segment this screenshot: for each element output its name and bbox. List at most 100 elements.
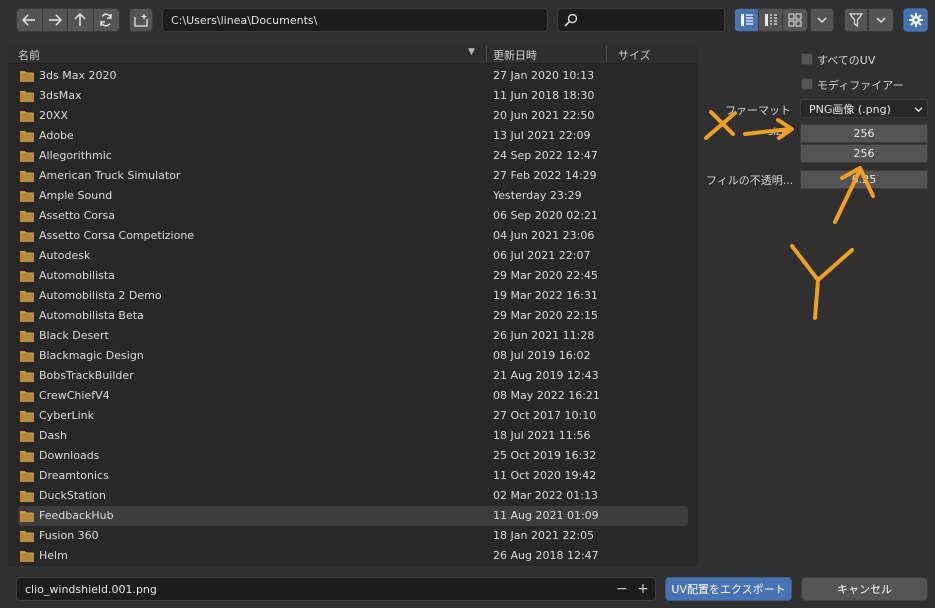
file-row[interactable]: Dreamtonics 11 Oct 2020 19:42: [8, 466, 698, 486]
column-header-size[interactable]: サイズ: [618, 47, 651, 63]
file-date: 29 Mar 2020 22:15: [493, 309, 598, 322]
format-label: ファーマット: [725, 104, 791, 117]
arrow-up-icon: [74, 13, 86, 26]
format-select[interactable]: PNG画像 (.png): [800, 99, 928, 118]
size-y-field[interactable]: 256: [800, 144, 928, 163]
folder-icon: [20, 131, 34, 142]
export-uv-layout-button[interactable]: UV配置をエクスポート: [665, 577, 792, 601]
folder-icon: [20, 151, 34, 162]
file-name: Automobilista Beta: [39, 309, 144, 322]
fill-opacity-field[interactable]: 0.25: [800, 170, 928, 189]
search-icon: [564, 13, 578, 27]
thumbnails-button[interactable]: [783, 9, 807, 31]
folder-icon: [20, 331, 34, 342]
directory-path-input[interactable]: C:\Users\linea\Documents\: [162, 8, 548, 32]
format-value: PNG画像 (.png): [809, 102, 891, 116]
file-name: Downloads: [39, 449, 100, 462]
file-name: FeedbackHub: [39, 509, 114, 522]
new-folder-button[interactable]: [129, 8, 153, 32]
folder-icon: [20, 271, 34, 282]
file-row[interactable]: Dash 18 Jul 2021 11:56: [8, 426, 698, 446]
file-date: 08 Jul 2019 16:02: [493, 349, 591, 362]
folder-icon: [20, 451, 34, 462]
file-list[interactable]: 名前 ▼ 更新日時 サイズ 3ds Max 2020 27 Jan 2020 10…: [8, 42, 698, 566]
column-divider: [606, 45, 607, 61]
filter-button[interactable]: [844, 8, 868, 32]
file-name: Allegorithmic: [39, 149, 112, 162]
file-row[interactable]: Autodesk 06 Jul 2021 22:07: [8, 246, 698, 266]
file-date: 27 Jan 2020 10:13: [493, 69, 595, 82]
file-row[interactable]: Automobilista 2 Demo 19 Mar 2022 16:31: [8, 286, 698, 306]
folder-icon: [20, 91, 34, 102]
folder-icon: [20, 551, 34, 562]
display-options-dropdown[interactable]: [810, 8, 834, 32]
file-name: Automobilista 2 Demo: [39, 289, 162, 302]
filename-input[interactable]: clio_windshield.001.png: [16, 577, 656, 601]
parent-directory-button[interactable]: [68, 9, 94, 31]
file-name: Automobilista: [39, 269, 115, 282]
file-row[interactable]: Blackmagic Design 08 Jul 2019 16:02: [8, 346, 698, 366]
file-row[interactable]: Automobilista Beta 29 Mar 2020 22:15: [8, 306, 698, 326]
file-row[interactable]: Ample Sound Yesterday 23:29: [8, 186, 698, 206]
file-row[interactable]: 20XX 20 Jun 2021 22:50: [8, 106, 698, 126]
file-date: 27 Oct 2017 10:10: [493, 409, 597, 422]
file-name: Dreamtonics: [39, 469, 109, 482]
folder-icon: [20, 231, 34, 242]
navigation-buttons: [16, 8, 120, 32]
file-date: 26 Aug 2018 12:47: [493, 549, 599, 562]
new-folder-icon: [134, 14, 148, 27]
file-row[interactable]: American Truck Simulator 27 Feb 2022 14:2…: [8, 166, 698, 186]
column-header-date[interactable]: 更新日時: [493, 47, 537, 63]
file-date: 29 Mar 2020 22:45: [493, 269, 598, 282]
horizontal-list-button[interactable]: [759, 9, 783, 31]
file-row[interactable]: CrewChiefV4 08 May 2022 16:21: [8, 386, 698, 406]
cancel-button[interactable]: キャンセル: [801, 577, 928, 601]
search-input[interactable]: [557, 8, 725, 32]
file-row[interactable]: Black Desert 26 Jun 2021 11:28: [8, 326, 698, 346]
file-name: Ample Sound: [39, 189, 113, 202]
forward-button[interactable]: [42, 9, 68, 31]
all-uv-checkbox[interactable]: [801, 53, 813, 65]
settings-button[interactable]: [903, 8, 928, 32]
file-row[interactable]: DuckStation 02 Mar 2022 01:13: [8, 486, 698, 506]
decrement-filename-button[interactable]: −: [612, 577, 632, 601]
file-date: 13 Jul 2021 22:09: [493, 129, 591, 142]
file-date: 25 Oct 2019 16:32: [493, 449, 597, 462]
file-date: 11 Jun 2018 18:30: [493, 89, 595, 102]
file-row[interactable]: Assetto Corsa 06 Sep 2020 02:21: [8, 206, 698, 226]
refresh-button[interactable]: [93, 9, 119, 31]
file-row[interactable]: Fusion 360 18 Jan 2021 22:05: [8, 526, 698, 546]
file-row[interactable]: FeedbackHub 11 Aug 2021 01:09: [18, 506, 688, 526]
file-row[interactable]: 3ds Max 2020 27 Jan 2020 10:13: [8, 66, 698, 86]
file-row[interactable]: Assetto Corsa Competizione 04 Jun 2021 23…: [8, 226, 698, 246]
folder-icon: [20, 431, 34, 442]
file-name: Dash: [39, 429, 67, 442]
file-name: Assetto Corsa Competizione: [39, 229, 195, 242]
folder-icon: [20, 111, 34, 122]
file-date: 06 Sep 2020 02:21: [493, 209, 598, 222]
file-name: Autodesk: [39, 249, 91, 262]
file-row[interactable]: Automobilista 29 Mar 2020 22:45: [8, 266, 698, 286]
back-button[interactable]: [17, 9, 43, 31]
file-name: American Truck Simulator: [39, 169, 181, 182]
file-row[interactable]: Downloads 25 Oct 2019 16:32: [8, 446, 698, 466]
size-x-field[interactable]: 256: [800, 124, 928, 143]
modifier-checkbox[interactable]: [801, 78, 813, 90]
file-row[interactable]: Adobe 13 Jul 2021 22:09: [8, 126, 698, 146]
fill-opacity-label: フィルの不透明...: [706, 174, 794, 187]
arrow-right-icon: [48, 14, 62, 26]
column-header-name[interactable]: 名前: [18, 47, 40, 63]
file-row[interactable]: Allegorithmic 24 Sep 2022 12:47: [8, 146, 698, 166]
file-row[interactable]: CyberLink 27 Oct 2017 10:10: [8, 406, 698, 426]
folder-icon: [20, 351, 34, 362]
file-name: CrewChiefV4: [39, 389, 110, 402]
file-date: 20 Jun 2021 22:50: [493, 109, 595, 122]
vertical-list-button[interactable]: [735, 9, 759, 31]
list-header: 名前 ▼ 更新日時 サイズ: [8, 42, 698, 64]
increment-filename-button[interactable]: +: [633, 577, 653, 601]
file-row[interactable]: 3dsMax 11 Jun 2018 18:30: [8, 86, 698, 106]
file-row[interactable]: BobsTrackBuilder 21 Aug 2019 12:43: [8, 366, 698, 386]
file-row[interactable]: Helm 26 Aug 2018 12:47: [8, 546, 698, 566]
filter-options-dropdown[interactable]: [868, 8, 894, 32]
sort-descending-icon: ▼: [468, 47, 475, 57]
